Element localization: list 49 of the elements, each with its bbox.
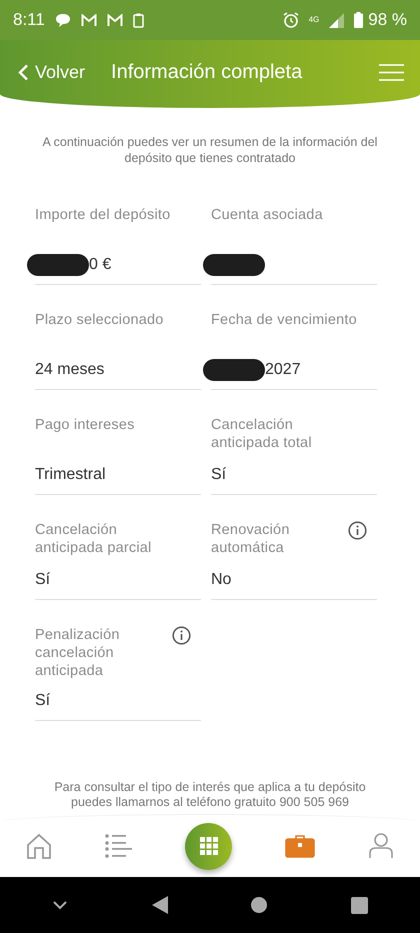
home-icon	[26, 833, 52, 859]
apps-button[interactable]	[185, 822, 232, 870]
user-icon	[368, 833, 394, 859]
field-label: Cuenta asociada	[211, 206, 323, 224]
battery-icon	[354, 12, 364, 28]
battery-level: 98 %	[368, 10, 407, 30]
field-value: Sí	[35, 692, 50, 710]
list-button[interactable]	[104, 834, 133, 858]
signal-icon	[329, 12, 344, 28]
field-label: Renovación automática	[211, 521, 291, 557]
field-label: Plazo seleccionado	[35, 311, 164, 329]
field-value: Sí	[35, 571, 50, 589]
back-triangle-icon[interactable]	[152, 896, 168, 914]
field-value: 24 meses	[35, 361, 104, 379]
chat-icon	[54, 12, 71, 28]
recents-square-icon[interactable]	[351, 896, 368, 914]
field-value: Sí	[211, 466, 226, 484]
info-icon[interactable]	[172, 626, 191, 645]
chevron-down-icon[interactable]	[52, 900, 68, 910]
grid-icon	[200, 837, 218, 855]
info-icon[interactable]	[348, 521, 367, 540]
alarm-icon	[282, 12, 299, 28]
mail-icon	[106, 14, 123, 26]
field-label: Importe del depósito	[35, 206, 170, 224]
field-label: Penalización cancelación anticipada	[35, 626, 121, 680]
intro-text: A continuación puedes ver un resumen de la información del depósito que tienes contratado	[42, 134, 378, 166]
home-button[interactable]	[26, 833, 52, 859]
list-icon	[104, 834, 133, 858]
field-label: Fecha de vencimiento	[211, 311, 357, 329]
mail-icon	[80, 14, 97, 26]
field-label: Cancelación anticipada total	[211, 416, 313, 452]
field-value: Trimestral	[35, 466, 106, 484]
back-button[interactable]: Volver	[18, 62, 86, 82]
menu-icon	[379, 64, 404, 80]
network-type: 4G	[308, 16, 320, 24]
clipboard-icon	[132, 12, 144, 28]
back-icon	[18, 64, 29, 80]
field-value: No	[211, 571, 232, 589]
home-circle-icon[interactable]	[251, 897, 268, 913]
footer-note: Para consultar el tipo de interés que aplica a tu depósito puedes llamarnos al teléfono gratuito 900 505 969	[53, 780, 367, 810]
briefcase-icon	[285, 834, 316, 858]
field-value: 2027	[265, 361, 301, 379]
page-title: Información completa	[111, 60, 304, 84]
briefcase-button[interactable]	[285, 834, 316, 858]
clock-time: 8:11	[13, 10, 45, 30]
field-label: Pago intereses	[35, 416, 135, 434]
field-label: Cancelación anticipada parcial	[35, 521, 152, 557]
profile-button[interactable]	[368, 833, 394, 859]
field-value: 0 €	[89, 256, 112, 274]
